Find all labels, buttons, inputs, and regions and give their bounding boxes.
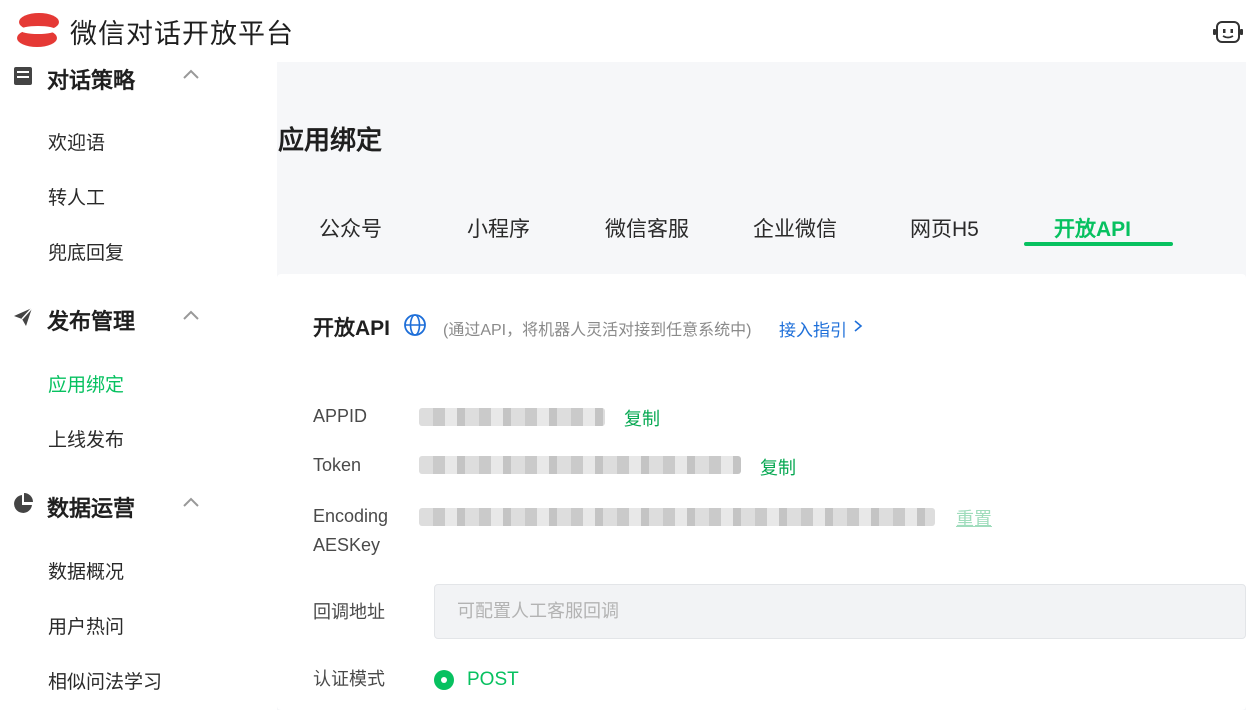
chevron-up-icon: [183, 497, 199, 507]
sidebar-item-welcome[interactable]: 欢迎语: [48, 128, 105, 155]
sidebar: 对话策略 欢迎语 转人工 兜底回复 发布管理 应用绑定 上线发布 数据运营 数据…: [0, 62, 277, 710]
sidebar-group-strategy[interactable]: 对话策略: [0, 62, 277, 96]
section-description: (通过API，将机器人灵活对接到任意系统中): [443, 322, 752, 339]
callback-url-input[interactable]: [434, 584, 1246, 639]
sidebar-item-go-live[interactable]: 上线发布: [48, 425, 124, 452]
tab-official-account[interactable]: 公众号: [319, 213, 382, 243]
page-title: 应用绑定: [278, 125, 383, 155]
paper-plane-icon: [14, 307, 33, 326]
tab-h5[interactable]: 网页H5: [910, 213, 979, 243]
tab-mini-program[interactable]: 小程序: [467, 213, 530, 243]
tab-bar: 公众号 小程序 微信客服 企业微信 网页H5 开放API: [278, 205, 1246, 250]
chevron-up-icon: [183, 69, 199, 79]
app-title: 微信对话开放平台: [70, 19, 294, 49]
appid-value-masked: [419, 408, 605, 426]
callback-label: 回调地址: [313, 602, 385, 622]
globe-icon: [404, 314, 426, 336]
aeskey-label-line2: AESKey: [313, 535, 381, 555]
sidebar-item-similar-questions[interactable]: 相似问法学习: [48, 667, 162, 694]
sidebar-group-label: 数据运营: [47, 496, 136, 521]
sidebar-item-fallback-reply[interactable]: 兜底回复: [48, 238, 124, 265]
aeskey-label-line1: Encoding: [313, 506, 389, 526]
token-label: Token: [313, 455, 362, 475]
sidebar-group-data[interactable]: 数据运营: [0, 484, 277, 524]
sidebar-item-app-binding[interactable]: 应用绑定: [48, 370, 124, 397]
appid-label: APPID: [313, 406, 368, 426]
tab-open-api[interactable]: 开放API: [1054, 213, 1131, 243]
token-value-masked: [419, 456, 741, 474]
sidebar-item-hot-questions[interactable]: 用户热问: [48, 612, 124, 639]
sidebar-item-transfer-human[interactable]: 转人工: [48, 183, 105, 210]
copy-token-button[interactable]: 复制: [760, 454, 796, 480]
integration-guide-link[interactable]: 接入指引: [779, 316, 847, 341]
aeskey-value-masked: [419, 508, 935, 526]
sidebar-group-publish[interactable]: 发布管理: [0, 297, 277, 337]
chevron-right-icon: [854, 320, 863, 332]
post-radio-button[interactable]: [434, 670, 454, 690]
pie-chart-icon: [14, 493, 33, 513]
copy-appid-button[interactable]: 复制: [624, 405, 660, 431]
tab-wecom[interactable]: 企业微信: [753, 213, 837, 243]
active-tab-indicator: [1024, 242, 1173, 246]
sidebar-group-label: 对话策略: [47, 68, 136, 93]
tab-wechat-cs[interactable]: 微信客服: [605, 213, 689, 243]
section-title: 开放API: [313, 317, 391, 340]
reset-aeskey-button[interactable]: 重置: [956, 505, 992, 531]
robot-face-icon[interactable]: [1213, 18, 1243, 46]
open-api-card: 开放API (通过API，将机器人灵活对接到任意系统中) 接入指引 APPID …: [277, 274, 1246, 710]
post-radio-label[interactable]: POST: [467, 669, 519, 691]
strategy-icon: [14, 67, 32, 85]
sidebar-group-label: 发布管理: [47, 309, 136, 334]
top-header: 微信对话开放平台: [0, 0, 1246, 62]
sidebar-item-data-overview[interactable]: 数据概况: [48, 557, 124, 584]
logo-icon: [17, 13, 59, 47]
chevron-up-icon: [183, 310, 199, 320]
auth-mode-label: 认证模式: [313, 669, 385, 689]
